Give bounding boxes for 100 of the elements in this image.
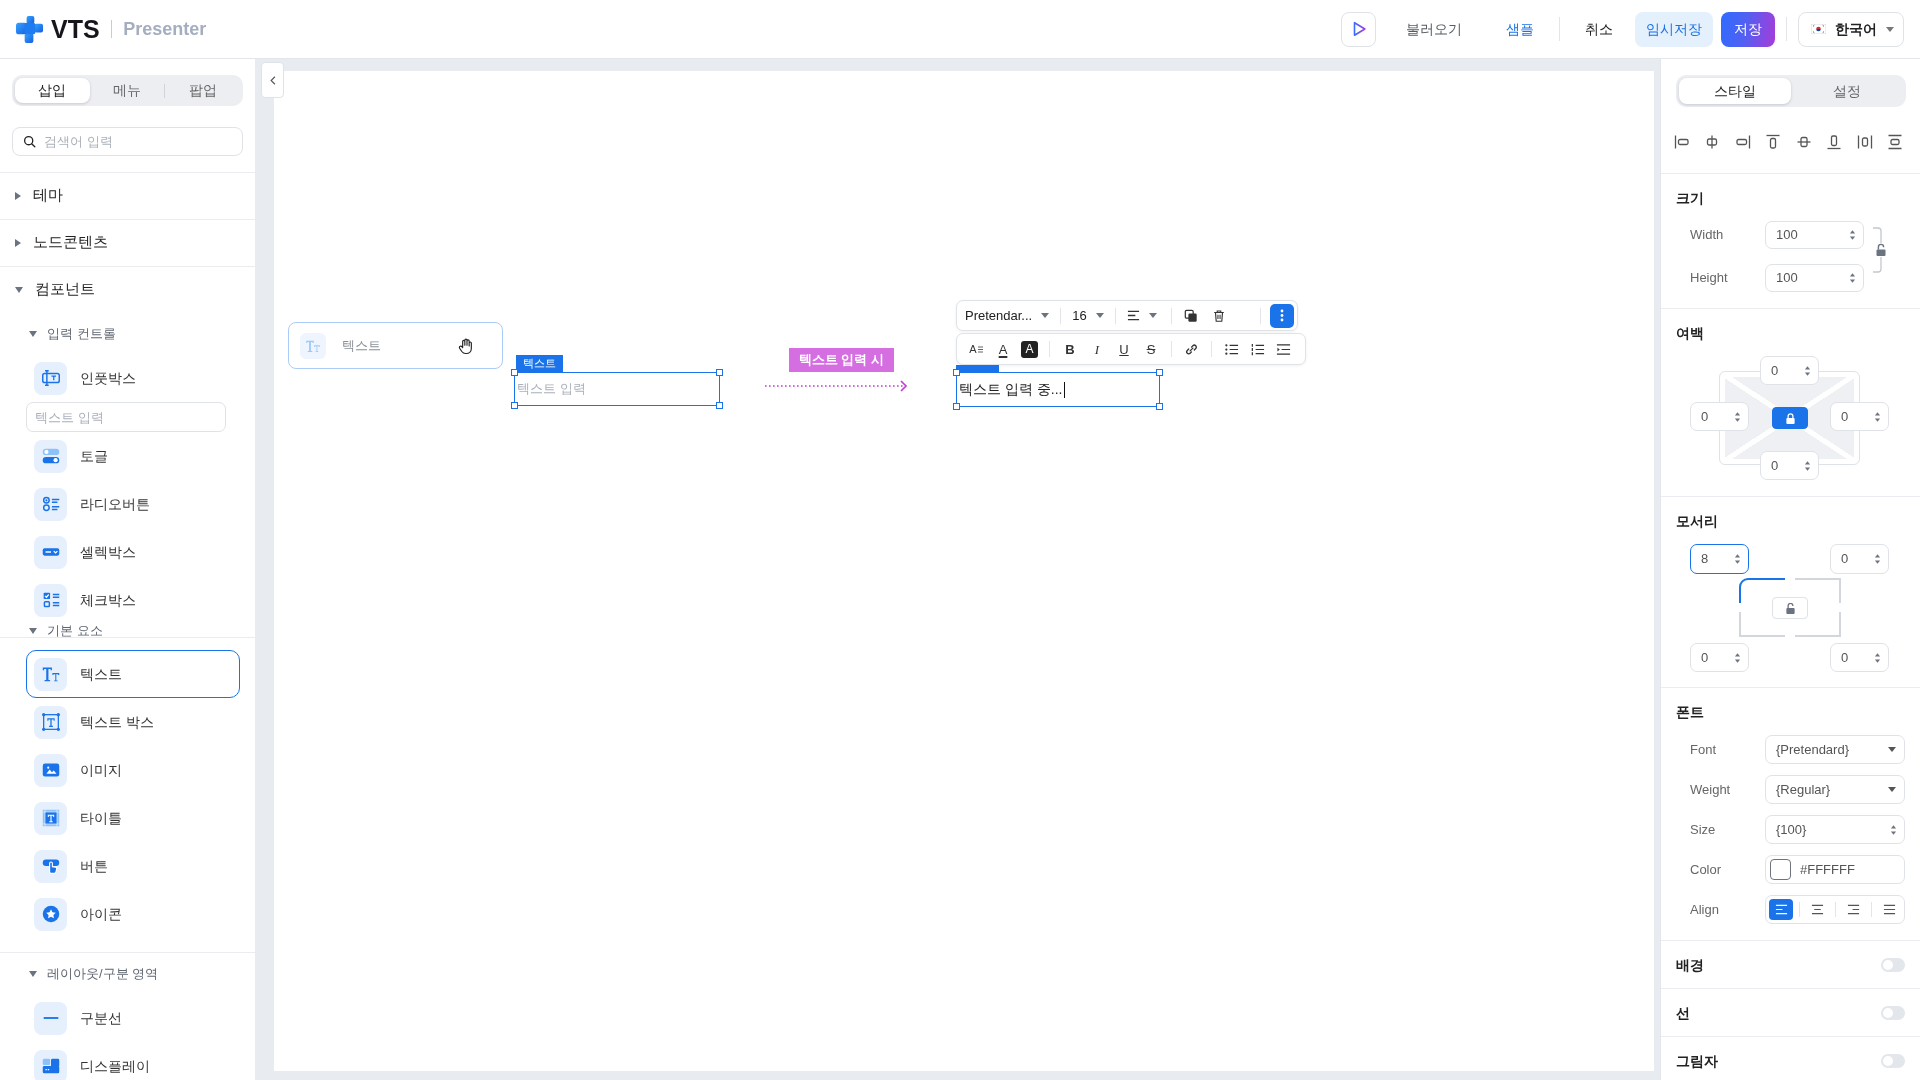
resize-handle[interactable]: [1156, 403, 1163, 410]
resize-handle[interactable]: [511, 369, 518, 376]
link-icon[interactable]: [1184, 341, 1199, 357]
toggle-switch[interactable]: [1881, 1005, 1905, 1020]
highlight-button[interactable]: A: [1021, 340, 1038, 358]
component-item[interactable]: 토글: [26, 432, 240, 480]
group-header[interactable]: 레이아웃/구분 영역: [0, 953, 255, 994]
spinner-icon[interactable]: [1804, 459, 1811, 472]
group-header[interactable]: 입력 컨트롤: [0, 313, 255, 354]
font-size-dropdown[interactable]: 16: [1066, 303, 1110, 328]
spinner-icon[interactable]: [1849, 229, 1856, 241]
number-field[interactable]: 0: [1830, 544, 1889, 574]
resize-handle[interactable]: [716, 369, 723, 376]
caret-icon[interactable]: [15, 287, 23, 293]
text-edit-field[interactable]: 텍스트 입력 중...: [956, 372, 1160, 407]
component-item[interactable]: 타이틀: [26, 794, 240, 842]
indented-list-icon[interactable]: [1276, 341, 1291, 357]
segment-tab[interactable]: 메뉴: [89, 78, 165, 103]
resize-handle[interactable]: [953, 369, 960, 376]
component-item[interactable]: 구분선: [26, 994, 240, 1042]
language-select[interactable]: 한국어: [1798, 11, 1904, 47]
distribute-horizontal-icon[interactable]: [1856, 134, 1873, 150]
section-header[interactable]: 컴포넌트: [0, 267, 255, 313]
spinner-icon[interactable]: [1804, 364, 1811, 377]
number-field[interactable]: 0: [1690, 402, 1749, 431]
caret-icon[interactable]: [15, 192, 21, 200]
spinner-icon[interactable]: [1734, 410, 1741, 423]
spinner-icon[interactable]: [1874, 651, 1881, 664]
number-field[interactable]: 8: [1690, 544, 1749, 574]
align-top-icon[interactable]: [1765, 134, 1782, 150]
caret-icon[interactable]: [29, 628, 37, 634]
secondary-button[interactable]: 임시저장: [1635, 11, 1713, 47]
lock-button[interactable]: [1772, 407, 1808, 429]
text-size-button[interactable]: A: [965, 338, 987, 360]
spinner-icon[interactable]: [1874, 553, 1881, 565]
segment-tab[interactable]: 스타일: [1679, 78, 1791, 104]
spinner-icon[interactable]: [1734, 553, 1741, 565]
component-item[interactable]: 이미지: [26, 746, 240, 794]
number-field[interactable]: 100: [1765, 221, 1864, 249]
resize-handle[interactable]: [953, 403, 960, 410]
spinner-icon[interactable]: [1734, 651, 1741, 664]
component-item[interactable]: 텍스트: [26, 650, 240, 698]
font-dropdown[interactable]: Pretendar...: [959, 303, 1056, 328]
number-field[interactable]: {100}: [1765, 815, 1905, 844]
toggle-switch[interactable]: [1881, 957, 1905, 972]
number-field[interactable]: 0: [1830, 643, 1889, 672]
component-item[interactable]: 아이콘: [26, 890, 240, 938]
segment-tab[interactable]: 팝업: [165, 78, 240, 103]
component-item[interactable]: 디스플레이: [26, 1042, 240, 1080]
strikethrough-button[interactable]: S: [1140, 338, 1162, 360]
section-header[interactable]: 노드콘텐츠: [0, 220, 255, 266]
component-item[interactable]: 버튼: [26, 842, 240, 890]
bracket-lock-icon[interactable]: [1872, 225, 1886, 275]
segment-tab[interactable]: 삽입: [15, 78, 90, 103]
text-button[interactable]: 불러오기: [1392, 11, 1476, 47]
number-field[interactable]: 0: [1830, 402, 1889, 431]
color-field[interactable]: #FFFFFF: [1765, 855, 1905, 884]
component-item[interactable]: 인풋박스: [26, 354, 240, 402]
dropdown[interactable]: {Regular}: [1765, 775, 1905, 804]
segment-tab[interactable]: 설정: [1791, 78, 1903, 104]
align-bottom-icon[interactable]: [1826, 134, 1843, 150]
bold-button[interactable]: B: [1059, 338, 1081, 360]
numbered-list-icon[interactable]: [1250, 341, 1265, 357]
color-swatch-icon[interactable]: [1770, 859, 1791, 880]
group-header[interactable]: 기본 요소: [0, 624, 255, 638]
align-left-icon[interactable]: [1769, 899, 1793, 920]
italic-button[interactable]: I: [1086, 338, 1108, 360]
align-right-icon[interactable]: [1734, 134, 1751, 150]
number-field[interactable]: 0: [1760, 451, 1819, 480]
play-button[interactable]: [1341, 11, 1376, 47]
text-color-button[interactable]: A: [992, 338, 1014, 360]
resize-handle[interactable]: [1156, 369, 1163, 376]
bulleted-list-icon[interactable]: [1224, 341, 1239, 357]
dropdown[interactable]: {Pretendard}: [1765, 735, 1905, 764]
section-header[interactable]: 테마: [0, 173, 255, 219]
duplicate-icon[interactable]: [1183, 308, 1198, 323]
spinner-icon[interactable]: [1849, 272, 1856, 284]
text-button[interactable]: 샘플: [1492, 11, 1548, 47]
align-middle-icon[interactable]: [1795, 134, 1812, 150]
align-left-icon[interactable]: [1674, 134, 1690, 150]
number-field[interactable]: 0: [1690, 643, 1749, 672]
caret-icon[interactable]: [29, 970, 37, 977]
number-field[interactable]: 0: [1760, 356, 1819, 385]
trash-icon[interactable]: [1211, 308, 1226, 323]
component-item[interactable]: 라디오버튼: [26, 480, 240, 528]
primary-button[interactable]: 저장: [1721, 11, 1775, 47]
distribute-vertical-icon[interactable]: [1886, 134, 1903, 150]
toggle-switch[interactable]: [1881, 1053, 1905, 1068]
component-item[interactable]: 텍스트 박스: [26, 698, 240, 746]
resize-handle[interactable]: [511, 402, 518, 409]
text-button[interactable]: 취소: [1571, 11, 1627, 47]
spinner-icon[interactable]: [1890, 823, 1897, 836]
component-item[interactable]: 셀렉박스: [26, 528, 240, 576]
more-button[interactable]: [1270, 303, 1294, 328]
spinner-icon[interactable]: [1874, 410, 1881, 423]
component-item[interactable]: 체크박스: [26, 576, 240, 624]
underline-button[interactable]: U: [1113, 338, 1135, 360]
caret-icon[interactable]: [29, 330, 37, 337]
input-field[interactable]: 텍스트 입력: [26, 402, 226, 432]
number-field[interactable]: 100: [1765, 264, 1864, 292]
